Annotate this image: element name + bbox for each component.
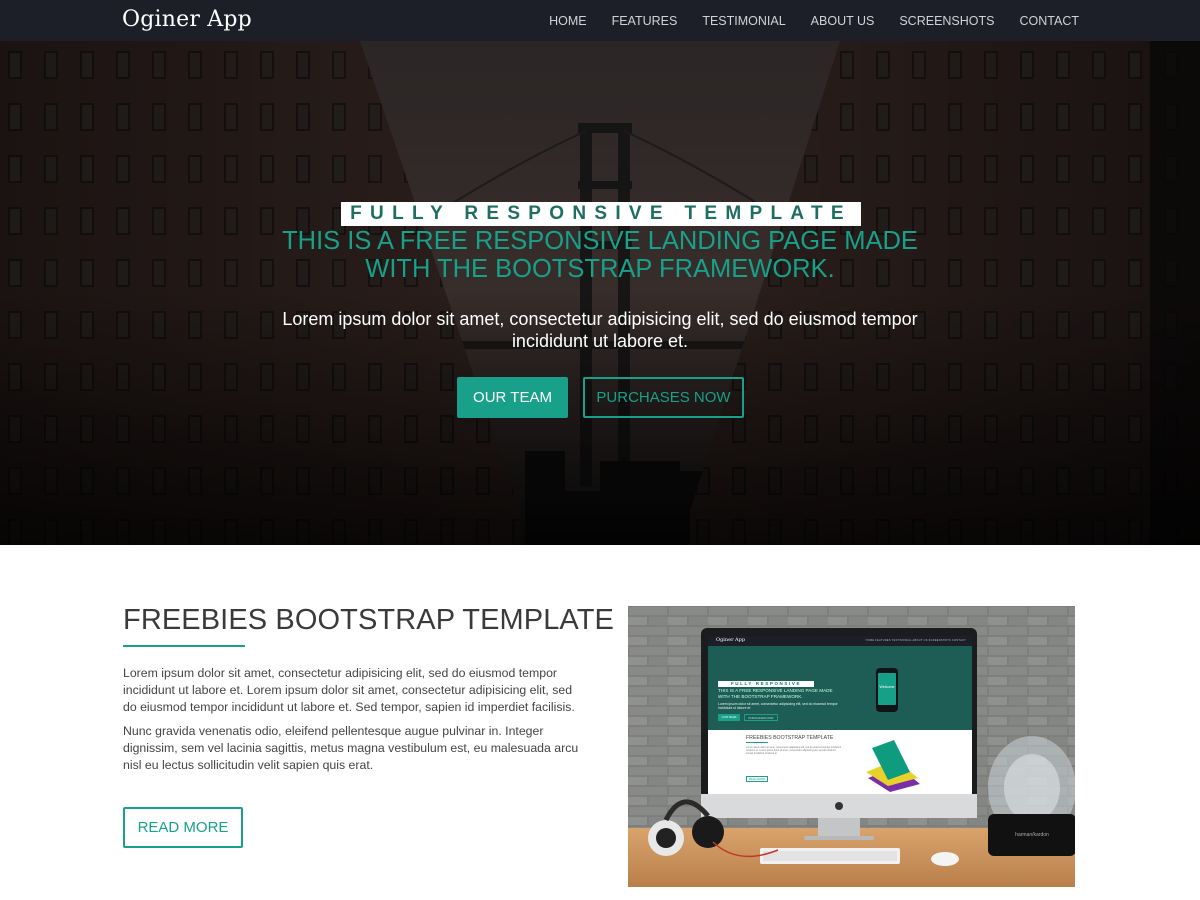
- mini-badge: FULLY RESPONSIVE TEMPLATE: [718, 681, 814, 692]
- section-title-underline: [123, 645, 245, 647]
- mini-phone: Welcome: [876, 668, 898, 712]
- imac-screen: Oginer App HOME FEATURES TESTIMONIAL ABO…: [708, 636, 972, 794]
- nav-link-screenshots[interactable]: SCREENSHOTS: [899, 14, 994, 28]
- mini-hero: FULLY RESPONSIVE TEMPLATE THIS IS A FREE…: [708, 646, 972, 730]
- mini-title: THIS IS A FREE RESPONSIVE LANDING PAGE M…: [718, 688, 833, 699]
- hero-content: FULLY RESPONSIVE TEMPLATE THIS IS A FREE…: [0, 41, 1200, 545]
- hero-title: THIS IS A FREE RESPONSIVE LANDING PAGE M…: [282, 227, 918, 283]
- mini-phone-text: Welcome: [879, 685, 895, 689]
- freebies-section: FREEBIES BOOTSTRAP TEMPLATE Lorem ipsum …: [0, 545, 1200, 900]
- speaker-brand-label: harman/kardon: [1015, 832, 1049, 838]
- desk-mockup-image: harman/kardon Oginer App HOME FEATURES T…: [628, 606, 1075, 887]
- nav-link-home[interactable]: HOME: [549, 14, 587, 28]
- mini-section-title: FREEBIES BOOTSTRAP TEMPLATE: [746, 735, 834, 741]
- brand-logo[interactable]: Oginer App: [122, 7, 252, 32]
- mini-books-icon: [866, 740, 920, 792]
- mini-nav-links: HOME FEATURES TESTIMONIAL ABOUT US SCREE…: [865, 639, 966, 642]
- nav-link-testimonial[interactable]: TESTIMONIAL: [702, 14, 785, 28]
- section-paragraph-1: Lorem ipsum dolor sit amet, consectetur …: [123, 666, 575, 714]
- section-title: FREEBIES BOOTSTRAP TEMPLATE: [123, 604, 614, 636]
- mini-read-more-button: READ MORE: [746, 776, 768, 782]
- mini-purchases-button: PURCHASES NOW: [744, 714, 778, 721]
- mini-section-underline: [746, 742, 768, 743]
- mini-our-team-button: OUR TEAM: [718, 714, 740, 721]
- nav-menu: HOME FEATURES TESTIMONIAL ABOUT US SCREE…: [524, 0, 1079, 41]
- nav-link-contact[interactable]: CONTACT: [1020, 14, 1080, 28]
- hero-section: FULLY RESPONSIVE TEMPLATE THIS IS A FREE…: [0, 41, 1200, 545]
- mini-subtitle: Lorem ipsum dolor sit amet, consectetur …: [718, 702, 838, 711]
- nav-link-about-us[interactable]: ABOUT US: [811, 14, 875, 28]
- our-team-button[interactable]: OUR TEAM: [457, 377, 568, 418]
- navbar: Oginer App HOME FEATURES TESTIMONIAL ABO…: [0, 0, 1200, 41]
- purchases-now-button[interactable]: PURCHASES NOW: [583, 377, 744, 418]
- read-more-button[interactable]: READ MORE: [123, 807, 243, 848]
- section-paragraph-2: Nunc gravida venenatis odio, eleifend pe…: [123, 724, 579, 772]
- mini-brand: Oginer App: [716, 637, 746, 643]
- mini-section-text: Lorem ipsum dolor sit amet, consectetur …: [746, 746, 842, 756]
- nav-link-features[interactable]: FEATURES: [612, 14, 678, 28]
- mini-phone-screen: Welcome: [878, 673, 896, 705]
- hero-badge: FULLY RESPONSIVE TEMPLATE: [341, 202, 861, 226]
- hero-subtitle: Lorem ipsum dolor sit amet, consectetur …: [282, 309, 918, 351]
- mini-navbar: Oginer App HOME FEATURES TESTIMONIAL ABO…: [708, 636, 972, 646]
- mini-section: FREEBIES BOOTSTRAP TEMPLATE Lorem ipsum …: [708, 730, 972, 794]
